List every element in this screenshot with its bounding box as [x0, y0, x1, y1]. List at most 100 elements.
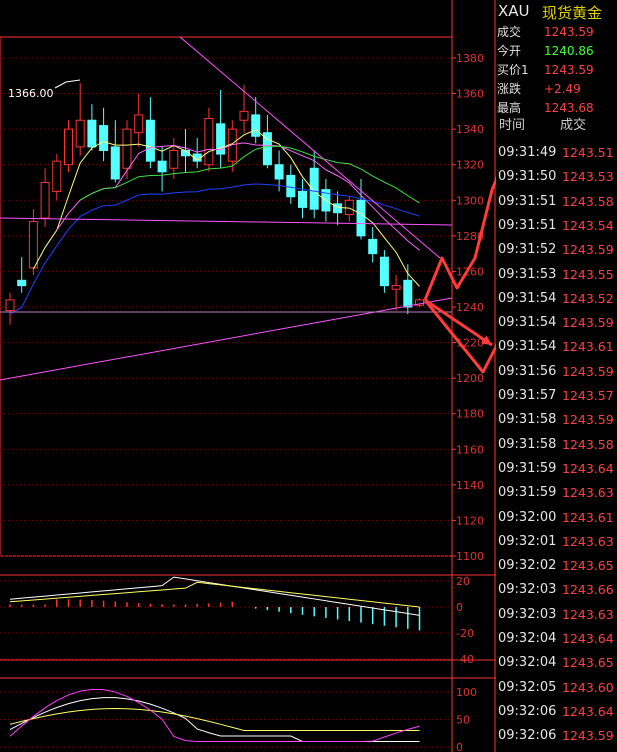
- tick-time: 09:31:57: [498, 388, 557, 403]
- quote-row: 成交 1243.59: [496, 23, 617, 42]
- main-frame: [0, 36, 453, 557]
- tick-time: 09:31:49: [498, 145, 557, 160]
- tick-price: 1243.55: [562, 266, 614, 282]
- candle: [309, 167, 319, 210]
- tick-price: 1243.59: [562, 363, 614, 379]
- macd-tick-label: -20: [456, 627, 474, 640]
- tick-time: 09:31:52: [498, 242, 557, 258]
- macd-tick-label: 20: [456, 575, 470, 588]
- quote-label: 成交: [497, 25, 522, 39]
- candle: [110, 146, 120, 180]
- candle: [64, 128, 73, 166]
- tick-row: 09:31:49 1243.51: [496, 141, 617, 165]
- candle: [251, 114, 261, 137]
- tick-time: 09:31:54: [498, 315, 557, 331]
- tick-row: 09:31:54 1243.61: [496, 335, 617, 359]
- candle: [333, 203, 343, 214]
- kdj-tick-label: 0: [456, 741, 463, 752]
- symbol-name: 现货黄金: [542, 4, 603, 22]
- candle: [286, 174, 296, 198]
- candle: [122, 128, 132, 169]
- tick-price: 1243.60: [562, 679, 614, 695]
- y-tick-label: 1380: [456, 52, 484, 65]
- macd-tick-label: 0: [456, 601, 463, 614]
- candle: [274, 164, 284, 180]
- tick-row: 09:31:50 1243.53: [496, 165, 617, 189]
- tick-time: 09:31:53: [498, 266, 557, 282]
- kdj-j-line: [9, 688, 420, 742]
- candle: [17, 279, 27, 287]
- price-chart: 1380136013401320130012801260124012201200…: [0, 0, 496, 752]
- y-tick-label: 1180: [456, 408, 484, 421]
- tick-time: 09:31:58: [498, 436, 557, 452]
- symbol-code: XAU: [498, 2, 530, 20]
- y-tick-label: 1360: [456, 88, 484, 101]
- tick-price: 1243.54: [562, 217, 614, 233]
- candle: [99, 125, 109, 151]
- tick-time: 09:31:50: [498, 169, 557, 185]
- tick-price: 1243.57: [562, 388, 614, 403]
- symbol-header: XAU 现货黄金: [496, 0, 617, 24]
- y-tick-label: 1240: [456, 301, 484, 314]
- candle: [145, 119, 155, 162]
- quote-value: 1243.59: [544, 63, 594, 77]
- tick-row: 09:31:54 1243.52: [496, 287, 617, 311]
- tick-time: 09:31:58: [498, 412, 557, 428]
- tick-time: 09:32:04: [498, 655, 557, 671]
- tick-time: 09:32:00: [498, 509, 557, 525]
- y-tick-label: 1120: [456, 514, 484, 527]
- tick-row: 09:32:01 1243.63: [496, 530, 617, 554]
- tick-price: 1243.64: [562, 460, 614, 476]
- macd-dif-line: [9, 576, 420, 616]
- candle: [344, 199, 354, 216]
- quote-label: 买价1: [497, 63, 529, 77]
- candle: [169, 149, 179, 169]
- tick-price: 1243.64: [562, 703, 614, 719]
- tick-time: 09:32:03: [498, 606, 557, 622]
- tick-row: 09:32:03 1243.66: [496, 578, 617, 602]
- candle: [298, 190, 307, 208]
- ticks-price-header: 成交: [560, 118, 587, 133]
- tick-time: 09:32:02: [498, 558, 557, 574]
- y-tick-label: 1160: [456, 443, 484, 456]
- candle: [5, 299, 15, 312]
- tick-row: 09:31:59 1243.63: [496, 481, 617, 505]
- tick-time: 09:32:04: [498, 631, 557, 646]
- tick-row: 09:32:06 1243.59: [496, 724, 617, 748]
- ticks-time-header: 时间: [499, 118, 526, 133]
- tick-price: 1243.61: [562, 339, 614, 355]
- candle: [204, 117, 214, 166]
- tick-price: 1243.58: [562, 436, 614, 452]
- tick-time: 09:31:54: [498, 339, 557, 355]
- quote-value: 1243.59: [544, 25, 594, 39]
- quote-row: 涨跌 +2.49: [496, 80, 617, 99]
- kdj-tick-label: 50: [456, 714, 470, 727]
- candle: [157, 160, 167, 173]
- tick-price: 1243.59: [562, 412, 614, 428]
- tick-row: 09:31:51 1243.54: [496, 214, 617, 238]
- quote-value: 1240.86: [544, 44, 594, 58]
- ticks-header: 时间 成交: [496, 113, 617, 139]
- tick-time: 09:31:59: [498, 460, 557, 476]
- tick-price: 1243.61: [562, 509, 614, 525]
- candle: [52, 160, 62, 192]
- tick-price: 1243.66: [562, 582, 614, 598]
- kdj-k-line: [9, 697, 420, 742]
- y-tick-label: 1300: [456, 194, 484, 207]
- trend-line: [0, 297, 453, 381]
- tick-row: 09:31:59 1243.64: [496, 457, 617, 481]
- tick-price: 1243.59: [562, 315, 614, 331]
- y-tick-label: 1200: [456, 372, 484, 385]
- tick-row: 09:31:52 1243.59: [496, 238, 617, 262]
- candle: [239, 110, 249, 121]
- tick-time: 09:32:01: [498, 533, 557, 549]
- kdj-d-line: [9, 707, 420, 731]
- tick-row: 09:32:06 1243.64: [496, 700, 617, 724]
- y-tick-label: 1340: [456, 123, 484, 136]
- tick-time: 09:32:06: [498, 728, 557, 744]
- quote-row: 买价1 1243.59: [496, 61, 617, 80]
- tick-time: 09:32:06: [498, 703, 557, 719]
- tick-time: 09:31:54: [498, 290, 557, 306]
- tick-row: 09:31:54 1243.59: [496, 311, 617, 335]
- tick-price: 1243.64: [562, 631, 614, 646]
